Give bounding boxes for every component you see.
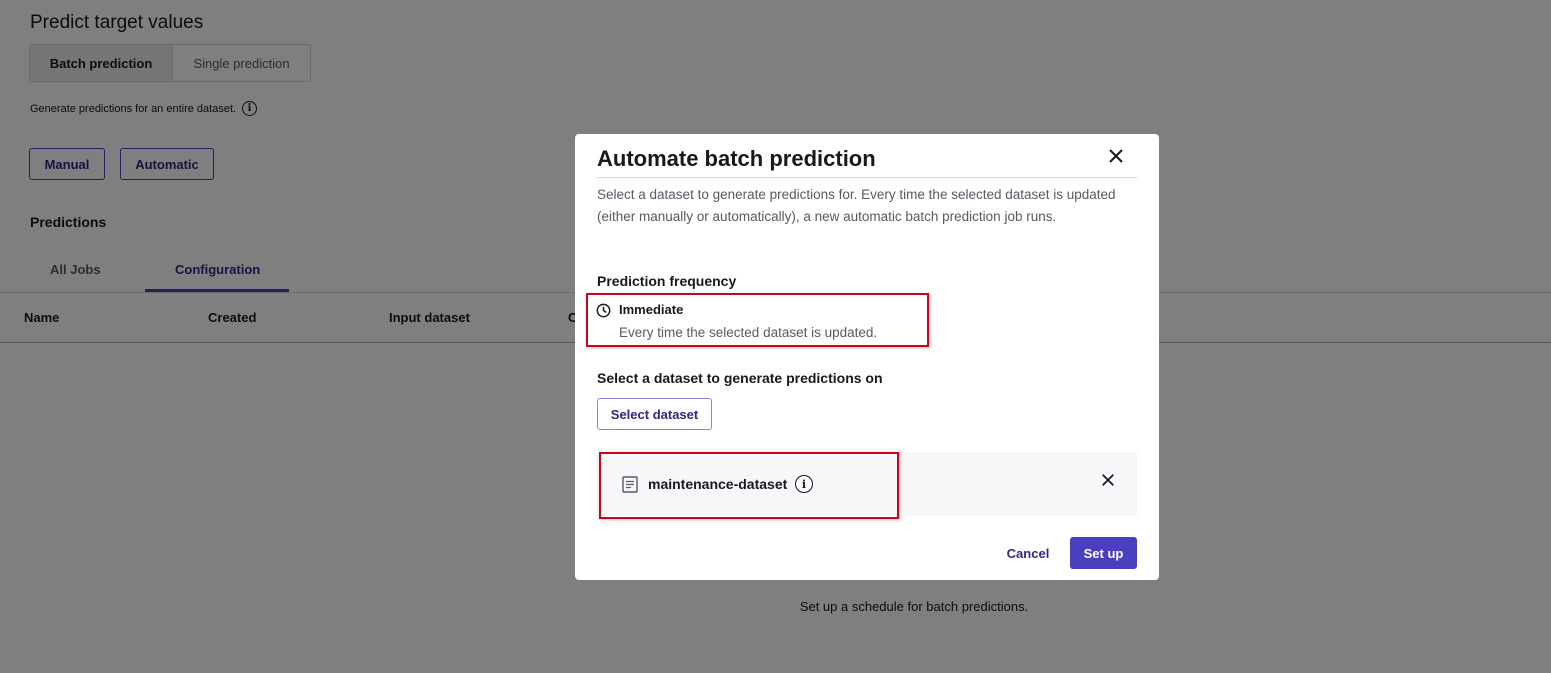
prediction-frequency-heading: Prediction frequency [597, 273, 737, 289]
modal-header-divider [597, 177, 1137, 178]
frequency-option-title: Immediate [619, 302, 684, 317]
automate-batch-prediction-modal: Automate batch prediction Select a datas… [575, 134, 1159, 580]
document-icon [622, 476, 638, 493]
remove-dataset-icon[interactable] [1101, 473, 1115, 487]
set-up-button[interactable]: Set up [1070, 537, 1137, 569]
info-icon[interactable]: i [795, 475, 813, 493]
clock-icon [596, 303, 611, 318]
frequency-option-description: Every time the selected dataset is updat… [619, 325, 878, 340]
close-icon[interactable] [1108, 148, 1124, 164]
select-dataset-button[interactable]: Select dataset [597, 398, 712, 430]
cancel-button[interactable]: Cancel [995, 538, 1061, 568]
modal-title: Automate batch prediction [597, 146, 876, 171]
modal-description: Select a dataset to generate predictions… [597, 187, 1116, 224]
selected-dataset-name: maintenance-dataset [648, 476, 788, 492]
dataset-heading: Select a dataset to generate predictions… [597, 370, 883, 386]
